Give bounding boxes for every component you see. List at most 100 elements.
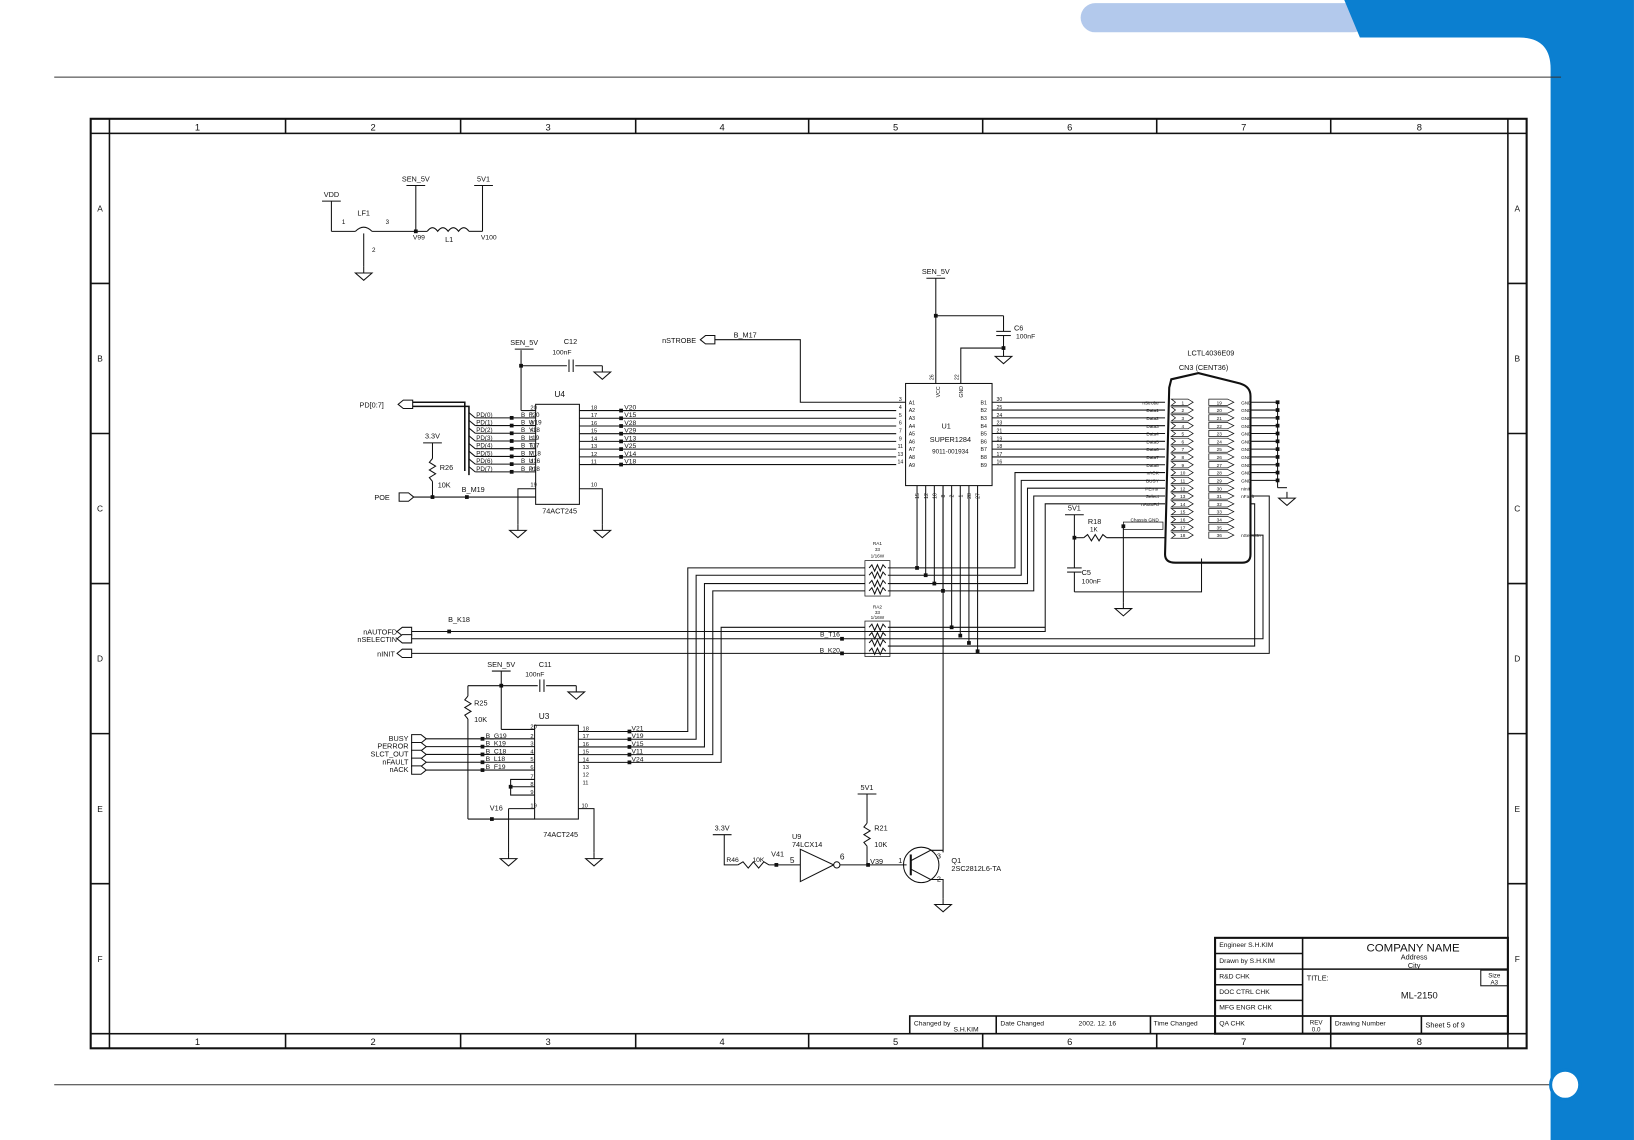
pin-number: 29: [1217, 478, 1223, 483]
l1-label: L1: [445, 235, 453, 244]
cn3-signal-label: BUSY: [1146, 478, 1160, 483]
column-number-top: 3: [546, 122, 551, 132]
pin-number: 10: [581, 804, 587, 810]
cn3-signal-label: Select: [1146, 494, 1160, 499]
pin-number: 11: [1180, 478, 1185, 483]
pin-number: 9: [530, 467, 533, 473]
column-number-top: 6: [1067, 122, 1072, 132]
nselectin-connector: [396, 634, 413, 644]
column-number-top: 1: [195, 122, 200, 132]
bus-entry: [468, 427, 476, 434]
c5-value: 100nF: [1082, 579, 1101, 586]
size-label: Size: [1488, 972, 1501, 979]
input-connector: [411, 734, 428, 744]
r21-resistor-icon: [862, 822, 872, 847]
net-label: B_T16: [820, 632, 840, 639]
bus-entry: [468, 466, 476, 473]
cn3-signal-label: nFault: [1241, 494, 1255, 499]
u1-code-label: 9011-001934: [932, 448, 969, 455]
r25-resistor-icon: [463, 695, 473, 720]
junction-dot: [923, 573, 928, 578]
ground-icon: [566, 691, 587, 700]
cn3-signal-label: Data2: [1146, 416, 1159, 421]
net-label: B_F19: [486, 764, 506, 771]
pin-number: 34: [1217, 518, 1223, 523]
cn3-signal-label: GND: [1241, 455, 1252, 460]
ra2-resistor-icon: [868, 622, 887, 632]
junction-dot: [480, 768, 485, 772]
row-letter-right: D: [1514, 654, 1520, 664]
pin-number: 7: [530, 451, 533, 457]
input-connector: [411, 749, 428, 760]
cn3-signal-label: Data1: [1146, 408, 1159, 413]
cn3-signal-label: GND: [1241, 439, 1252, 444]
drawing-title: ML-2150: [1401, 990, 1438, 1000]
junction-dot: [464, 495, 469, 499]
junction-dot: [967, 641, 971, 645]
3v3-label: 3.3V: [425, 432, 440, 441]
pin-number: 13: [591, 444, 597, 450]
ground-icon: [584, 858, 604, 867]
pin-name: VCC: [936, 386, 942, 397]
pin-name: A7: [909, 447, 915, 453]
net-label: B_K19: [486, 741, 507, 748]
ra1-label: RA1: [873, 541, 882, 546]
inductor-l1-icon: [426, 227, 470, 233]
u4-chip: [535, 403, 580, 505]
cn3-signal-label: GND: [1241, 424, 1252, 429]
changed-by-value: S.H.KIM: [954, 1027, 980, 1034]
pin-number: 12: [591, 452, 597, 458]
pin-number: 1: [342, 219, 346, 226]
pin-number: 4: [899, 405, 902, 411]
pd-label: PD(1): [476, 420, 492, 427]
net-label: B_G19: [486, 733, 507, 740]
pin-number: 13: [1180, 494, 1186, 499]
cn3-signal-label: GND: [1241, 416, 1252, 421]
pd-label: PD(2): [476, 427, 492, 434]
row-letter-left: C: [97, 504, 103, 514]
u3-chip: [534, 724, 579, 820]
junction-dot: [509, 431, 514, 436]
pin-number: 26: [930, 374, 936, 380]
junction-dot: [509, 446, 514, 451]
pin-name: B2: [980, 408, 986, 414]
pin-name: A1: [909, 400, 915, 406]
junction-dot: [480, 760, 485, 765]
pin-number: 18: [591, 406, 597, 412]
pin-number: 12: [1180, 486, 1186, 491]
pin-number: 28: [1217, 471, 1223, 476]
pin-name: A6: [909, 439, 915, 445]
junction-dot: [619, 462, 623, 467]
cn3-signal-label: Data7: [1146, 455, 1159, 460]
ground-icon: [592, 371, 613, 380]
column-number-top: 7: [1241, 122, 1246, 132]
pin-number: 1: [958, 494, 964, 497]
pin-number: 13: [583, 765, 589, 771]
junction-dot: [915, 566, 919, 570]
net-label: V99: [413, 235, 425, 242]
mfg-engr-label: MFG ENGR CHK: [1219, 1005, 1272, 1012]
junction-dot: [480, 752, 485, 757]
sen-5v-label: SEN_5V: [402, 174, 430, 183]
ra1-value: 33: [875, 547, 881, 552]
row-letter-left: F: [98, 954, 103, 964]
cn3-signal-label: GND: [1241, 432, 1252, 437]
5v1-label: 5V1: [477, 174, 490, 183]
net-label: V100: [481, 235, 497, 242]
ninit-connector: [396, 648, 413, 659]
ra1-watt: 1/16W: [871, 553, 885, 558]
junction-dot: [509, 423, 514, 428]
pin-number: 15: [1180, 510, 1186, 515]
net-label: V15: [624, 412, 636, 419]
column-number-top: 4: [720, 122, 725, 132]
pd-label: PD(6): [476, 458, 492, 465]
junction-dot: [509, 415, 514, 420]
pin-number: 31: [1217, 494, 1223, 499]
net-label: V18: [624, 459, 636, 466]
junction-dot: [840, 651, 844, 656]
pin-number: 17: [591, 413, 597, 419]
doc-ctrl-label: DOC CTRL CHK: [1219, 989, 1270, 996]
pin-number: 17: [1180, 525, 1186, 530]
cn3-signal-label: Data4: [1146, 432, 1159, 437]
r26-value: 10K: [438, 481, 451, 490]
